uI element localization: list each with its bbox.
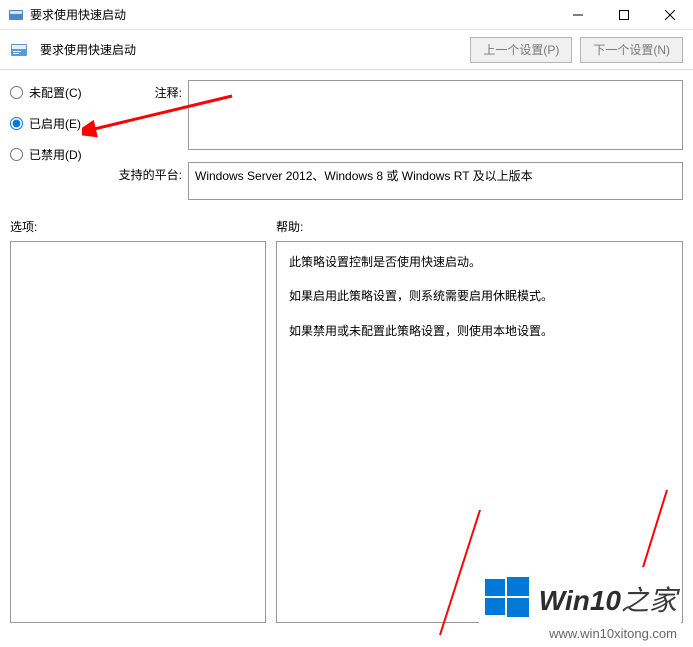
radio-enabled-input[interactable] bbox=[10, 117, 23, 130]
help-paragraph: 如果禁用或未配置此策略设置，则使用本地设置。 bbox=[289, 321, 670, 341]
help-paragraph: 如果启用此策略设置，则系统需要启用休眠模式。 bbox=[289, 286, 670, 306]
comment-textarea[interactable] bbox=[188, 80, 683, 150]
next-setting-button[interactable]: 下一个设置(N) bbox=[580, 37, 683, 63]
radio-disabled[interactable]: 已禁用(D) bbox=[10, 146, 106, 163]
radio-enabled-label: 已启用(E) bbox=[29, 115, 81, 132]
toolbar-title: 要求使用快速启动 bbox=[40, 41, 462, 58]
window-title: 要求使用快速启动 bbox=[30, 6, 555, 23]
minimize-button[interactable] bbox=[555, 0, 601, 29]
window-app-icon bbox=[8, 7, 24, 23]
policy-icon bbox=[10, 41, 28, 59]
radio-not-configured-label: 未配置(C) bbox=[29, 84, 82, 101]
watermark: Win10之家 www.win10xitong.com bbox=[479, 567, 681, 643]
window-titlebar: 要求使用快速启动 bbox=[0, 0, 693, 30]
maximize-button[interactable] bbox=[601, 0, 647, 29]
help-panel: 此策略设置控制是否使用快速启动。 如果启用此策略设置，则系统需要启用休眠模式。 … bbox=[276, 241, 683, 623]
windows-logo-icon bbox=[483, 573, 531, 624]
options-label: 选项: bbox=[10, 218, 266, 235]
window-controls bbox=[555, 0, 693, 29]
watermark-brand: Win10之家 bbox=[539, 579, 677, 619]
radio-disabled-label: 已禁用(D) bbox=[29, 146, 82, 163]
radio-not-configured[interactable]: 未配置(C) bbox=[10, 84, 106, 101]
help-label: 帮助: bbox=[276, 218, 303, 235]
previous-setting-button[interactable]: 上一个设置(P) bbox=[470, 37, 572, 63]
toolbar: 要求使用快速启动 上一个设置(P) 下一个设置(N) bbox=[0, 30, 693, 70]
comment-label: 注释: bbox=[112, 80, 182, 101]
close-button[interactable] bbox=[647, 0, 693, 29]
watermark-url: www.win10xitong.com bbox=[483, 626, 677, 641]
options-panel bbox=[10, 241, 266, 623]
section-labels: 选项: 帮助: bbox=[0, 200, 693, 241]
help-paragraph: 此策略设置控制是否使用快速启动。 bbox=[289, 252, 670, 272]
platforms-label: 支持的平台: bbox=[112, 162, 182, 183]
radio-disabled-input[interactable] bbox=[10, 148, 23, 161]
config-area: 未配置(C) 已启用(E) 已禁用(D) 注释: 支持的平台: Windows … bbox=[0, 70, 693, 200]
state-radio-group: 未配置(C) 已启用(E) 已禁用(D) bbox=[10, 80, 106, 163]
supported-platforms-box: Windows Server 2012、Windows 8 或 Windows … bbox=[188, 162, 683, 200]
radio-not-configured-input[interactable] bbox=[10, 86, 23, 99]
radio-enabled[interactable]: 已启用(E) bbox=[10, 115, 106, 132]
supported-platforms-text: Windows Server 2012、Windows 8 或 Windows … bbox=[195, 169, 533, 183]
